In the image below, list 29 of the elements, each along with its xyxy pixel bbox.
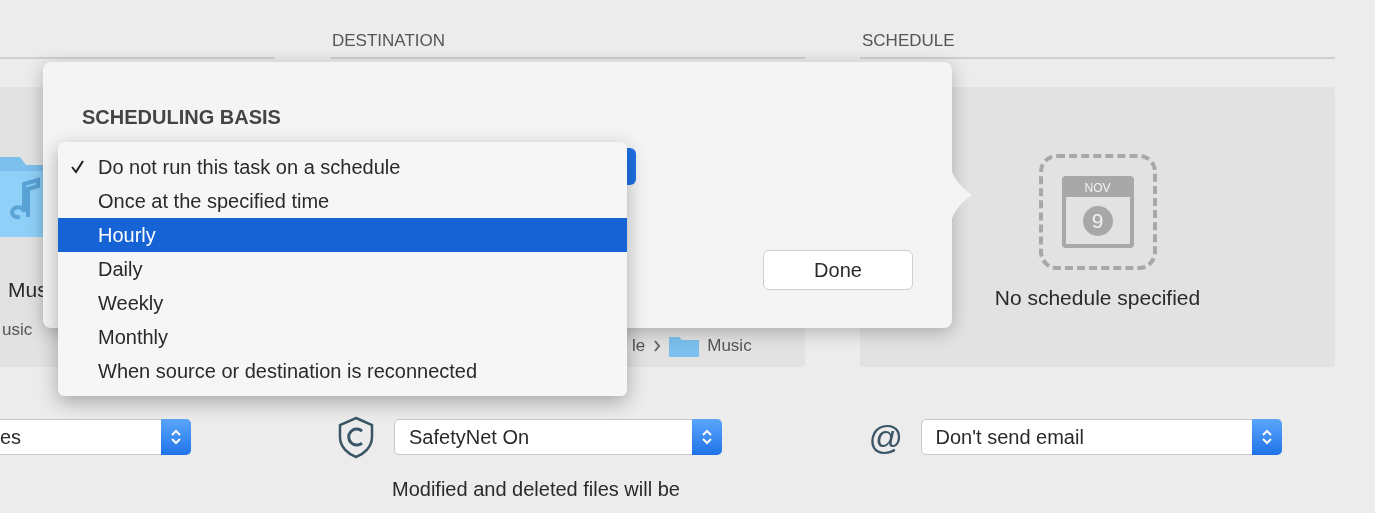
stepper-icon bbox=[692, 419, 722, 455]
checkmark-icon bbox=[70, 160, 84, 174]
shield-icon bbox=[336, 415, 376, 459]
done-button[interactable]: Done bbox=[763, 250, 913, 290]
menu-item[interactable]: Do not run this task on a schedule bbox=[58, 150, 627, 184]
column-header: DESTINATION bbox=[331, 31, 446, 52]
folder-icon bbox=[669, 335, 700, 357]
email-popup[interactable]: Don't send email bbox=[920, 419, 1282, 455]
menu-item[interactable]: Daily bbox=[58, 252, 627, 286]
menu-item[interactable]: Once at the specified time bbox=[58, 184, 627, 218]
at-sign-icon: @ bbox=[868, 420, 903, 454]
menu-item[interactable]: Hourly bbox=[58, 218, 627, 252]
stepper-icon bbox=[1251, 419, 1282, 455]
safetynet-note: Modified and deleted files will be bbox=[391, 477, 681, 501]
source-path: usic bbox=[2, 320, 33, 340]
stepper-icon bbox=[161, 419, 191, 455]
calendar-day: 9 bbox=[1082, 205, 1113, 236]
empty-schedule-text: No schedule specified bbox=[994, 286, 1201, 310]
column-header: SCHEDULE bbox=[861, 31, 955, 52]
source-popup[interactable]: es bbox=[0, 419, 191, 455]
menu-item[interactable]: Weekly bbox=[58, 286, 627, 320]
popover-title: SCHEDULING BASIS bbox=[82, 106, 281, 129]
chevron-icon bbox=[653, 340, 662, 352]
destination-path-start: le bbox=[632, 336, 646, 356]
menu-item[interactable]: Monthly bbox=[58, 320, 627, 354]
calendar-month: NOV bbox=[1065, 180, 1130, 197]
safetynet-popup[interactable]: SafetyNet On bbox=[394, 419, 722, 455]
menu-item[interactable]: When source or destination is reconnected bbox=[58, 354, 627, 388]
destination-folder-name: Music bbox=[707, 336, 752, 356]
